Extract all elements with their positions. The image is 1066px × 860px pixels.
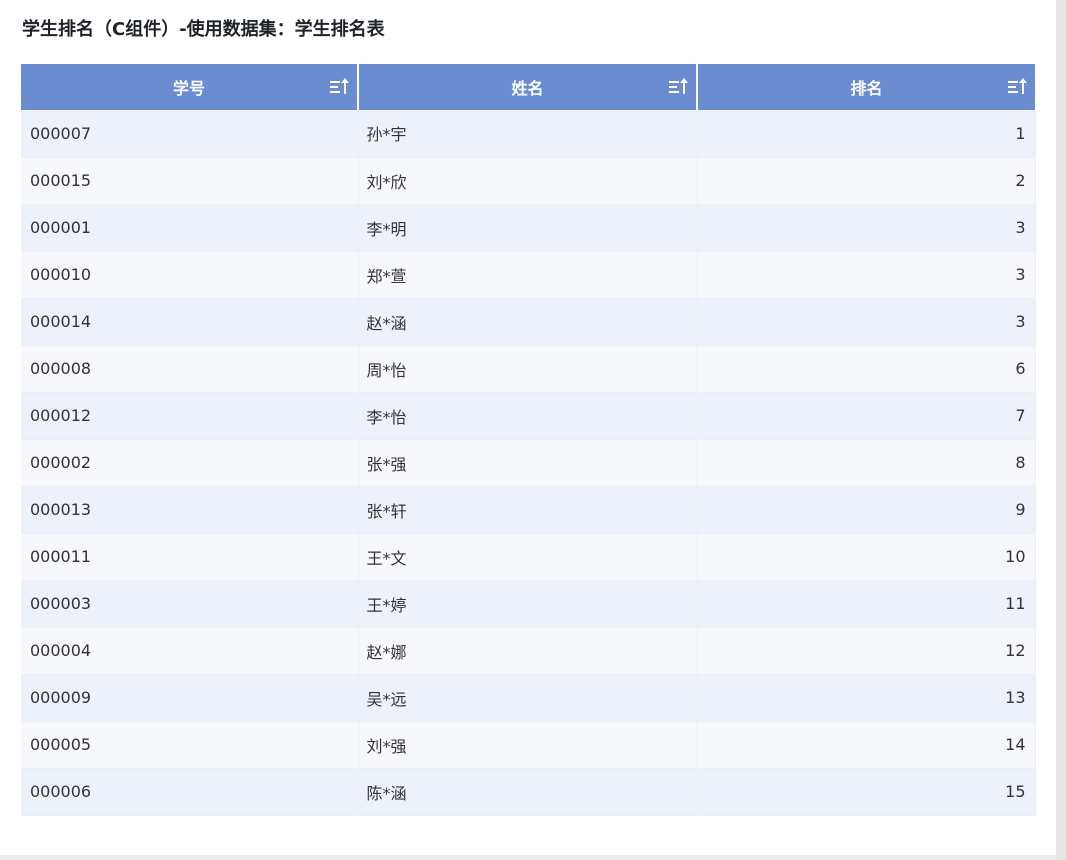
table-row[interactable]: 000011 王*文 10 [21,533,1036,581]
sort-ascending-icon[interactable] [329,78,349,96]
sort-ascending-icon[interactable] [1007,78,1027,96]
cell-rank: 13 [697,674,1036,722]
cell-rank: 11 [697,580,1036,628]
cell-rank: 15 [697,768,1036,816]
cell-name: 张*轩 [358,486,698,534]
cell-rank: 14 [697,721,1036,769]
column-header-label: 学号 [172,79,205,98]
cell-rank: 7 [697,392,1036,440]
cell-student-id: 000002 [21,439,359,487]
cell-student-id: 000007 [21,110,359,158]
table-row[interactable]: 000008 周*怡 6 [21,345,1036,393]
cell-rank: 6 [697,345,1036,393]
cell-rank: 3 [697,204,1036,252]
cell-name: 吴*远 [358,674,698,722]
table-row[interactable]: 000003 王*婷 11 [21,580,1036,628]
cell-student-id: 000015 [21,157,359,205]
cell-student-id: 000012 [21,392,359,440]
cell-student-id: 000014 [21,298,359,346]
table-row[interactable]: 000007 孙*宇 1 [21,110,1036,158]
cell-name: 赵*涵 [358,298,698,346]
cell-student-id: 000008 [21,345,359,393]
table-row[interactable]: 000001 李*明 3 [21,204,1036,252]
column-header-name[interactable]: 姓名 [358,64,698,110]
cell-name: 王*文 [358,533,698,581]
cell-student-id: 000005 [21,721,359,769]
cell-name: 陈*涵 [358,768,698,816]
cell-name: 刘*欣 [358,157,698,205]
cell-rank: 12 [697,627,1036,675]
vertical-scrollbar[interactable] [1056,0,1066,860]
cell-student-id: 000009 [21,674,359,722]
table-row[interactable]: 000012 李*怡 7 [21,392,1036,440]
cell-student-id: 000001 [21,204,359,252]
page-title: 学生排名（C组件）-使用数据集：学生排名表 [22,19,385,40]
cell-rank: 3 [697,298,1036,346]
cell-rank: 1 [697,110,1036,158]
table-row[interactable]: 000004 赵*娜 12 [21,627,1036,675]
cell-rank: 9 [697,486,1036,534]
table-row[interactable]: 000014 赵*涵 3 [21,298,1036,346]
cell-rank: 8 [697,439,1036,487]
cell-name: 张*强 [358,439,698,487]
column-header-rank[interactable]: 排名 [697,64,1035,110]
cell-student-id: 000003 [21,580,359,628]
table-row[interactable]: 000013 张*轩 9 [21,486,1036,534]
table-row[interactable]: 000005 刘*强 14 [21,721,1036,769]
cell-student-id: 000011 [21,533,359,581]
cell-student-id: 000006 [21,768,359,816]
report-panel: 学生排名（C组件）-使用数据集：学生排名表 学号 姓名 排名 000007 孙*… [0,0,1056,855]
cell-rank: 10 [697,533,1036,581]
cell-student-id: 000013 [21,486,359,534]
cell-student-id: 000010 [21,251,359,299]
cell-name: 王*婷 [358,580,698,628]
student-rank-table: 学号 姓名 排名 000007 孙*宇 1 000015 刘*欣 2 00000… [21,64,1036,816]
column-header-label: 排名 [850,79,883,98]
cell-name: 孙*宇 [358,110,698,158]
table-row[interactable]: 000009 吴*远 13 [21,674,1036,722]
table-row[interactable]: 000002 张*强 8 [21,439,1036,487]
table-row[interactable]: 000006 陈*涵 15 [21,768,1036,816]
table-row[interactable]: 000015 刘*欣 2 [21,157,1036,205]
cell-name: 李*明 [358,204,698,252]
cell-rank: 3 [697,251,1036,299]
column-header-student-id[interactable]: 学号 [21,64,359,110]
cell-name: 李*怡 [358,392,698,440]
cell-name: 赵*娜 [358,627,698,675]
cell-name: 郑*萱 [358,251,698,299]
table-header-row: 学号 姓名 排名 [21,64,1035,110]
cell-student-id: 000004 [21,627,359,675]
cell-name: 周*怡 [358,345,698,393]
cell-rank: 2 [697,157,1036,205]
column-header-label: 姓名 [511,79,544,98]
cell-name: 刘*强 [358,721,698,769]
table-row[interactable]: 000010 郑*萱 3 [21,251,1036,299]
sort-ascending-icon[interactable] [668,78,688,96]
